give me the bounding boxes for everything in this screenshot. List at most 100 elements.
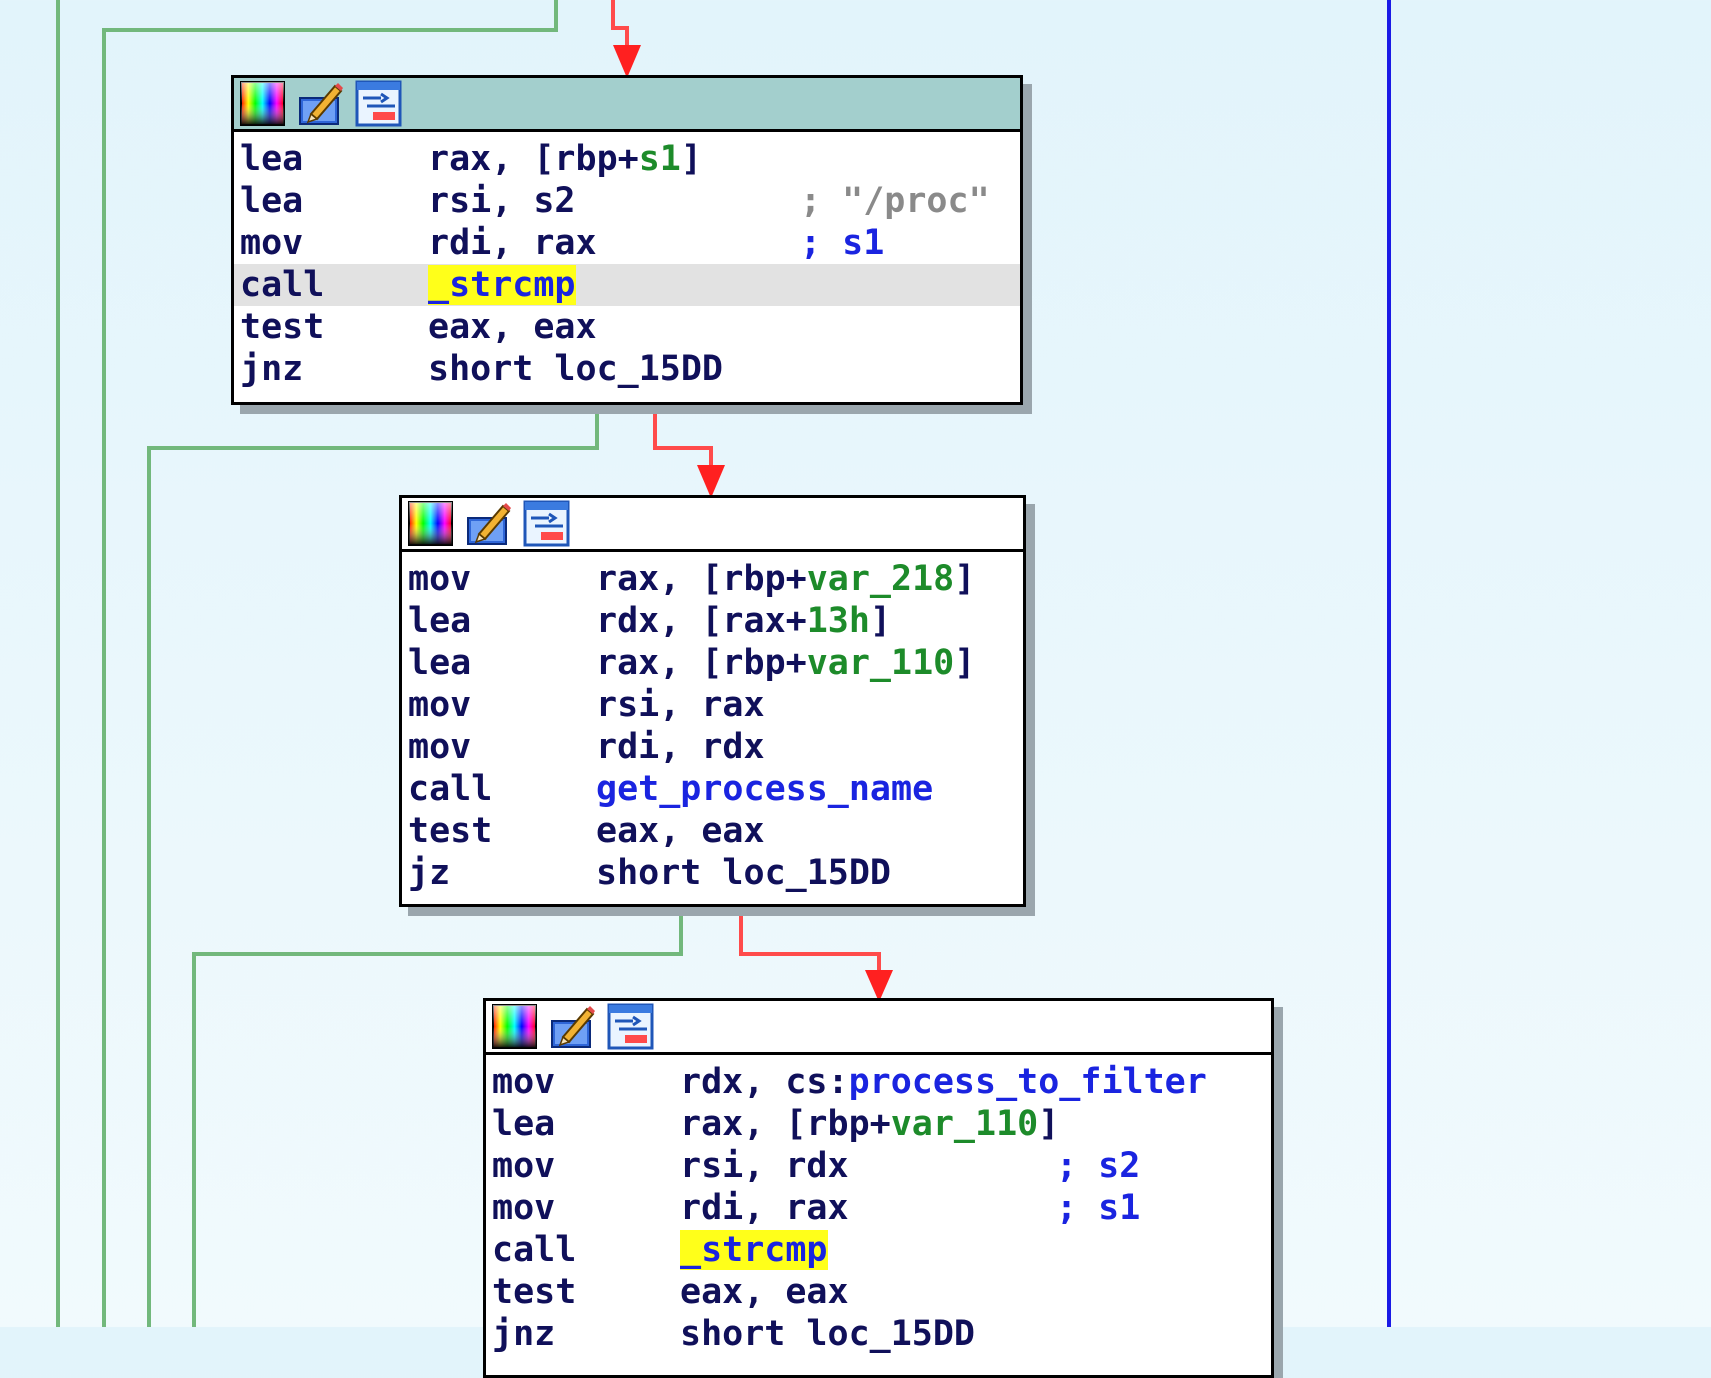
asm-line[interactable]: jnz short loc_15DD [486, 1313, 1271, 1355]
comment-text: ; s1 [1056, 1188, 1141, 1228]
operand-text: rsi, rax [596, 685, 765, 725]
mnemonic: call [492, 1230, 577, 1270]
asm-line[interactable]: lea rdx, [rax+13h] [402, 600, 1023, 642]
mnemonic: jz [408, 853, 451, 893]
operand-text: rdi, rdx [596, 727, 765, 767]
edge-true-block-2[interactable] [739, 907, 881, 975]
graph-overview-icon[interactable] [355, 80, 402, 127]
asm-line[interactable]: lea rsi, s2 ; "/proc" [234, 180, 1020, 222]
line-comment: ; s1 [800, 222, 884, 264]
line-comment: ; s2 [1056, 1145, 1140, 1187]
operand-text: rdx, [rax+ [596, 601, 807, 641]
asm-line[interactable]: test eax, eax [234, 306, 1020, 348]
mnemonic: mov [408, 685, 472, 725]
mnemonic: mov [492, 1188, 556, 1228]
mnemonic: call [240, 265, 325, 305]
mnemonic: jnz [492, 1314, 556, 1354]
asm-line[interactable]: call get_process_name [402, 768, 1023, 810]
mnemonic: jnz [240, 349, 304, 389]
asm-line[interactable]: call _strcmp [486, 1229, 1271, 1271]
asm-line[interactable]: lea rax, [rbp+var_110] [402, 642, 1023, 684]
block-body: mov rdx, cs:process_to_filterlea rax, [rbp… [486, 1055, 1271, 1355]
graph-overview-icon[interactable] [523, 500, 570, 547]
mnemonic: test [408, 811, 493, 851]
operand-text: rax, [rbp+ [596, 559, 807, 599]
operand-text: short loc_15DD [596, 853, 892, 893]
block-header [402, 498, 1023, 552]
mnemonic: mov [492, 1062, 556, 1102]
asm-line[interactable]: test eax, eax [402, 810, 1023, 852]
operand-symbol[interactable]: get_process_name [596, 769, 933, 809]
mnemonic: lea [408, 643, 472, 683]
asm-line[interactable]: mov rdi, rax ; s1 [486, 1187, 1271, 1229]
operand-text: ] [869, 601, 892, 641]
palette-icon[interactable] [407, 500, 454, 547]
line-comment: ; s1 [1056, 1187, 1140, 1229]
block-body: mov rax, [rbp+var_218] lea rdx, [rax+13h] le… [402, 552, 1023, 894]
operand-text: short loc_15DD [680, 1314, 976, 1354]
palette-icon[interactable] [239, 80, 286, 127]
asm-line[interactable]: mov rdi, rax ; s1 [234, 222, 1020, 264]
operand-symbol[interactable]: var_110 [891, 1104, 1039, 1144]
operand-text: rsi, s2 [428, 181, 576, 221]
asm-line[interactable]: mov rax, [rbp+var_218] [402, 558, 1023, 600]
operand-symbol[interactable]: _strcmp [428, 265, 576, 305]
palette-icon[interactable] [491, 1003, 538, 1050]
operand-symbol[interactable]: s1 [639, 139, 681, 179]
operand-text: short loc_15DD [428, 349, 724, 389]
rename-pencil-icon[interactable] [465, 500, 512, 547]
asm-line[interactable]: test eax, eax [486, 1271, 1271, 1313]
arrowhead-block-2 [697, 465, 725, 498]
comment-text: ; s1 [800, 223, 885, 263]
operand-text: rdx, cs: [680, 1062, 849, 1102]
mnemonic: mov [240, 223, 304, 263]
operand-text: ] [954, 643, 976, 683]
graph-overview-icon[interactable] [607, 1003, 654, 1050]
edge-true-top[interactable] [611, 0, 629, 50]
operand-text: rdi, rax [680, 1188, 849, 1228]
operand-text: rax, [rbp+ [680, 1104, 891, 1144]
operand-text: ] [954, 559, 976, 599]
asm-line[interactable]: lea rax, [rbp+var_110] [486, 1103, 1271, 1145]
mnemonic: test [240, 307, 325, 347]
block-body: lea rax, [rbp+s1] lea rsi, s2 ; "/proc" mov rd… [234, 132, 1020, 390]
asm-line[interactable]: jz short loc_15DD [402, 852, 1023, 894]
operand-symbol[interactable]: process_to_filter [849, 1062, 1207, 1102]
mnemonic: mov [408, 727, 472, 767]
operand-text: eax, eax [596, 811, 765, 851]
rename-pencil-icon[interactable] [549, 1003, 596, 1050]
mnemonic: test [492, 1272, 577, 1312]
operand-text: rax, [rbp+ [596, 643, 807, 683]
mnemonic: lea [240, 139, 304, 179]
operand-text: eax, eax [428, 307, 597, 347]
mnemonic: mov [408, 559, 472, 599]
operand-symbol[interactable]: var_110 [807, 643, 955, 683]
mnemonic: lea [492, 1104, 556, 1144]
asm-line[interactable]: call _strcmp [234, 264, 1020, 306]
operand-text: rax, [rbp+ [428, 139, 639, 179]
operand-text: rsi, rdx [680, 1146, 849, 1186]
asm-line[interactable]: jnz short loc_15DD [234, 348, 1020, 390]
operand-symbol[interactable]: var_218 [807, 559, 955, 599]
asm-line[interactable]: mov rdi, rdx [402, 726, 1023, 768]
asm-line[interactable]: mov rdx, cs:process_to_filter [486, 1061, 1271, 1103]
operand-symbol[interactable]: _strcmp [680, 1230, 828, 1270]
asm-line[interactable]: mov rsi, rax [402, 684, 1023, 726]
comment-text: ; s2 [1056, 1146, 1141, 1186]
mnemonic: lea [408, 601, 472, 641]
asm-line[interactable]: mov rsi, rdx ; s2 [486, 1145, 1271, 1187]
block-header [234, 78, 1020, 132]
block-header [486, 1001, 1271, 1055]
code-block-3[interactable]: mov rdx, cs:process_to_filterlea rax, [rbp… [483, 998, 1274, 1378]
operand-text: rdi, rax [428, 223, 597, 263]
rename-pencil-icon[interactable] [297, 80, 344, 127]
operand-text: ] [680, 139, 702, 179]
operand-text: eax, eax [680, 1272, 849, 1312]
operand-symbol[interactable]: 13h [807, 601, 870, 641]
edge-true-block-1[interactable] [653, 405, 713, 470]
arrowhead-block-1 [613, 45, 641, 78]
code-block-2[interactable]: mov rax, [rbp+var_218] lea rdx, [rax+13h] le… [399, 495, 1026, 907]
asm-line[interactable]: lea rax, [rbp+s1] [234, 138, 1020, 180]
line-comment: ; "/proc" [800, 180, 990, 222]
code-block-1[interactable]: lea rax, [rbp+s1] lea rsi, s2 ; "/proc" mov rd… [231, 75, 1023, 405]
